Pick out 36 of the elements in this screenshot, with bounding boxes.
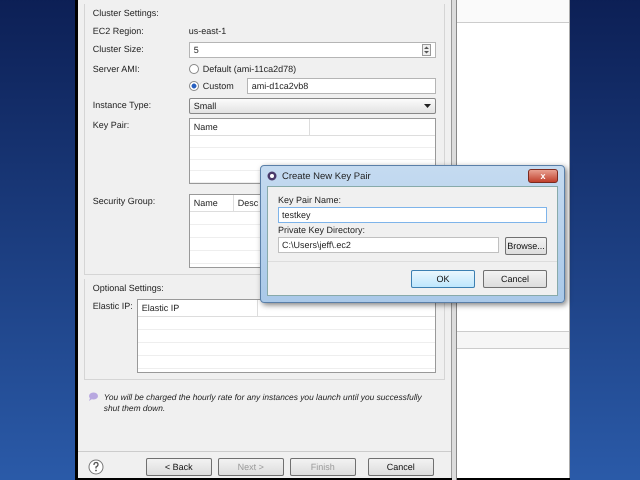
radio-label: Default (ami-11ca2d78) bbox=[202, 63, 296, 76]
key-pair-name-field[interactable]: testkey bbox=[278, 207, 547, 223]
field-label: Server AMI: bbox=[92, 63, 141, 76]
field-label: Elastic IP: bbox=[92, 300, 134, 313]
wizard-button[interactable]: < Back bbox=[146, 458, 212, 476]
field-label: Private Key Directory: bbox=[278, 225, 366, 235]
spinner-arrows-icon bbox=[422, 44, 431, 56]
dropdown-arrow-icon bbox=[424, 104, 431, 108]
column-header: Name bbox=[190, 195, 234, 211]
browse-button[interactable]: Browse... bbox=[505, 237, 547, 255]
dialog-button[interactable]: OK bbox=[411, 270, 475, 288]
info-message: You will be charged the hourly rate for any instances you launch until you successfully shut them down. bbox=[104, 392, 423, 414]
radio-button[interactable] bbox=[188, 64, 199, 74]
group-title: Cluster Settings: bbox=[92, 7, 160, 20]
column-header: Name bbox=[190, 119, 310, 135]
custom-ami-field[interactable]: ami-d1ca2vb8 bbox=[246, 78, 436, 94]
group-title: Optional Settings: bbox=[92, 282, 165, 295]
field-label: EC2 Region: bbox=[92, 25, 145, 38]
wizard-button[interactable]: Cancel bbox=[368, 458, 434, 476]
region-value: us-east-1 bbox=[188, 25, 226, 38]
dialog-button[interactable]: Cancel bbox=[483, 270, 547, 288]
dialog-title: Create New Key Pair bbox=[282, 170, 372, 182]
field-label: Security Group: bbox=[92, 195, 156, 208]
app-icon bbox=[267, 171, 277, 181]
cluster-size-spinner[interactable]: 5 bbox=[188, 42, 436, 58]
field-label: Key Pair: bbox=[92, 119, 130, 132]
close-button[interactable]: x bbox=[528, 169, 558, 183]
instance-type-dropdown[interactable]: Small bbox=[188, 98, 436, 114]
radio-button[interactable] bbox=[188, 81, 199, 91]
help-icon[interactable] bbox=[88, 459, 104, 475]
radio-label: Custom bbox=[202, 80, 235, 93]
directory-field[interactable]: C:\Users\jeff\.ec2 bbox=[278, 237, 499, 253]
column-header: Elastic IP bbox=[138, 300, 258, 316]
field-label: Instance Type: bbox=[92, 99, 152, 112]
info-bubble-icon bbox=[88, 392, 98, 402]
field-label: Cluster Size: bbox=[92, 43, 145, 56]
